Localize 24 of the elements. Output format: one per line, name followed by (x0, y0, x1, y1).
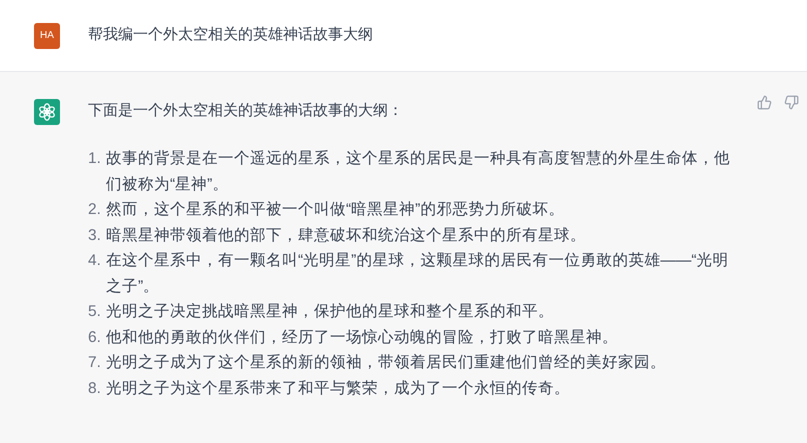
list-number: 2. (88, 200, 102, 220)
list-item-text: 暗黑星神带领着他的部下，肆意破坏和统治这个星系中的所有星球。 (106, 226, 587, 246)
list-item-text: 故事的背景是在一个遥远的星系，这个星系的居民是一种具有高度智慧的外星生命体，他们被称为“星神”。 (106, 149, 731, 194)
user-message: 帮我编一个外太空相关的英雄神话故事大纲 (88, 25, 373, 46)
list-item-text: 他和他的勇敢的伙伴们，经历了一场惊心动魄的冒险，打败了暗黑星神。 (106, 328, 619, 348)
assistant-intro: 下面是一个外太空相关的英雄神话故事的大纲： (88, 101, 403, 121)
list-number: 7. (88, 353, 102, 373)
thumbs-up-icon (757, 95, 772, 110)
list-number: 3. (88, 226, 102, 246)
list-number: 6. (88, 328, 102, 348)
list-item-text: 光明之子成为了这个星系的新的领袖，带领着居民们重建他们曾经的美好家园。 (106, 352, 667, 373)
swirl-logo-icon (38, 103, 56, 121)
user-avatar: HA (34, 22, 60, 48)
list-number: 5. (88, 302, 102, 322)
thumbs-down-icon (784, 95, 799, 110)
list-item-text: 在这个星系中，有一颗名叫“光明星”的星球，这颗星球的居民有一位勇敢的英雄——“光明之子”。 (106, 251, 730, 296)
list-item-text: 光明之子为这个星系带来了和平与繁荣，成为了一个永恒的传奇。 (106, 378, 571, 398)
thumbs-down-button[interactable] (784, 95, 799, 110)
list-number: 8. (88, 378, 102, 398)
list-number: 1. (88, 149, 102, 169)
thumbs-up-button[interactable] (757, 95, 772, 110)
list-item-text: 然而，这个星系的和平被一个叫做“暗黑星神”的邪恶势力所破坏。 (106, 200, 566, 220)
list-item-text: 光明之子决定挑战暗黑星神，保护他的星球和整个星系的和平。 (106, 302, 555, 322)
list-number: 4. (88, 251, 102, 271)
